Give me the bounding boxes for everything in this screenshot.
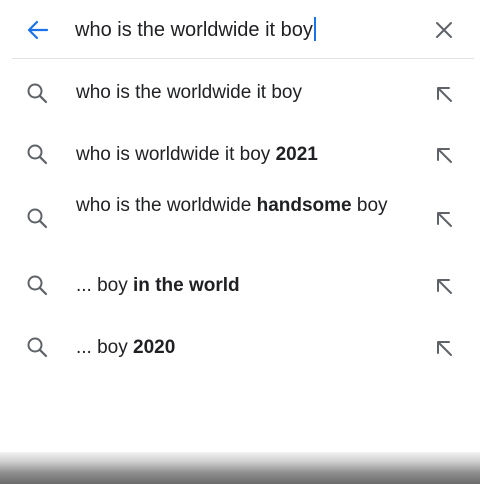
bottom-edge-shadow — [0, 452, 480, 484]
suggestion-text-bold: 2020 — [133, 337, 176, 358]
search-bar: who is the worldwide it boy — [0, 0, 480, 58]
text-caret — [313, 17, 316, 41]
suggestion-text-bold: handsome — [256, 195, 352, 216]
search-icon — [27, 144, 48, 165]
arrow-up-left-icon — [437, 87, 452, 102]
arrow-up-left-icon — [437, 279, 452, 294]
arrow-up-left-icon — [437, 341, 452, 356]
suggestion-item[interactable]: who is the worldwide it boy — [0, 62, 480, 124]
search-icon — [27, 208, 48, 229]
search-divider — [12, 58, 474, 59]
search-icon — [27, 275, 48, 296]
suggestion-text-plain: who is the worldwide — [76, 195, 257, 216]
suggestion-text-plain: who is the worldwide it boy — [76, 82, 302, 103]
search-query-text: who is the worldwide it boy — [75, 19, 313, 41]
search-icon — [27, 337, 48, 358]
suggestion-item[interactable]: who is worldwide it boy 2021 — [0, 124, 480, 186]
fill-query-button[interactable] — [432, 207, 456, 231]
close-icon — [436, 22, 452, 38]
fill-query-button[interactable] — [432, 336, 456, 360]
arrow-left-icon — [27, 20, 49, 40]
suggestion-text-plain: ... boy — [76, 275, 134, 296]
suggestion-text-plain: who is worldwide it boy — [76, 144, 276, 165]
suggestion-item[interactable]: ... boy 2020 — [0, 326, 480, 386]
suggestion-text-bold: in the world — [133, 275, 240, 296]
fill-query-button[interactable] — [432, 82, 456, 106]
back-button[interactable] — [23, 15, 53, 45]
suggestion-item[interactable]: ... boy in the world — [0, 266, 480, 326]
suggestion-text-bold: 2021 — [275, 144, 318, 165]
suggestion-text: ... boy in the world — [76, 271, 406, 301]
suggestion-item[interactable]: who is the worldwide handsome boy — [0, 186, 480, 266]
search-icon — [27, 83, 48, 104]
suggestion-text: ... boy 2020 — [76, 333, 406, 363]
suggestion-text: who is the worldwide handsome boy — [76, 191, 406, 221]
suggestion-text: who is the worldwide it boy — [76, 78, 406, 108]
clear-button[interactable] — [429, 15, 459, 45]
search-input[interactable]: who is the worldwide it boy — [75, 17, 316, 43]
suggestion-text-tail: boy — [351, 195, 388, 216]
fill-query-button[interactable] — [432, 143, 456, 167]
arrow-up-left-icon — [437, 148, 452, 163]
suggestion-text-plain: ... boy — [76, 337, 134, 358]
fill-query-button[interactable] — [432, 274, 456, 298]
arrow-up-left-icon — [437, 212, 452, 227]
suggestion-text: who is worldwide it boy 2021 — [76, 140, 406, 170]
